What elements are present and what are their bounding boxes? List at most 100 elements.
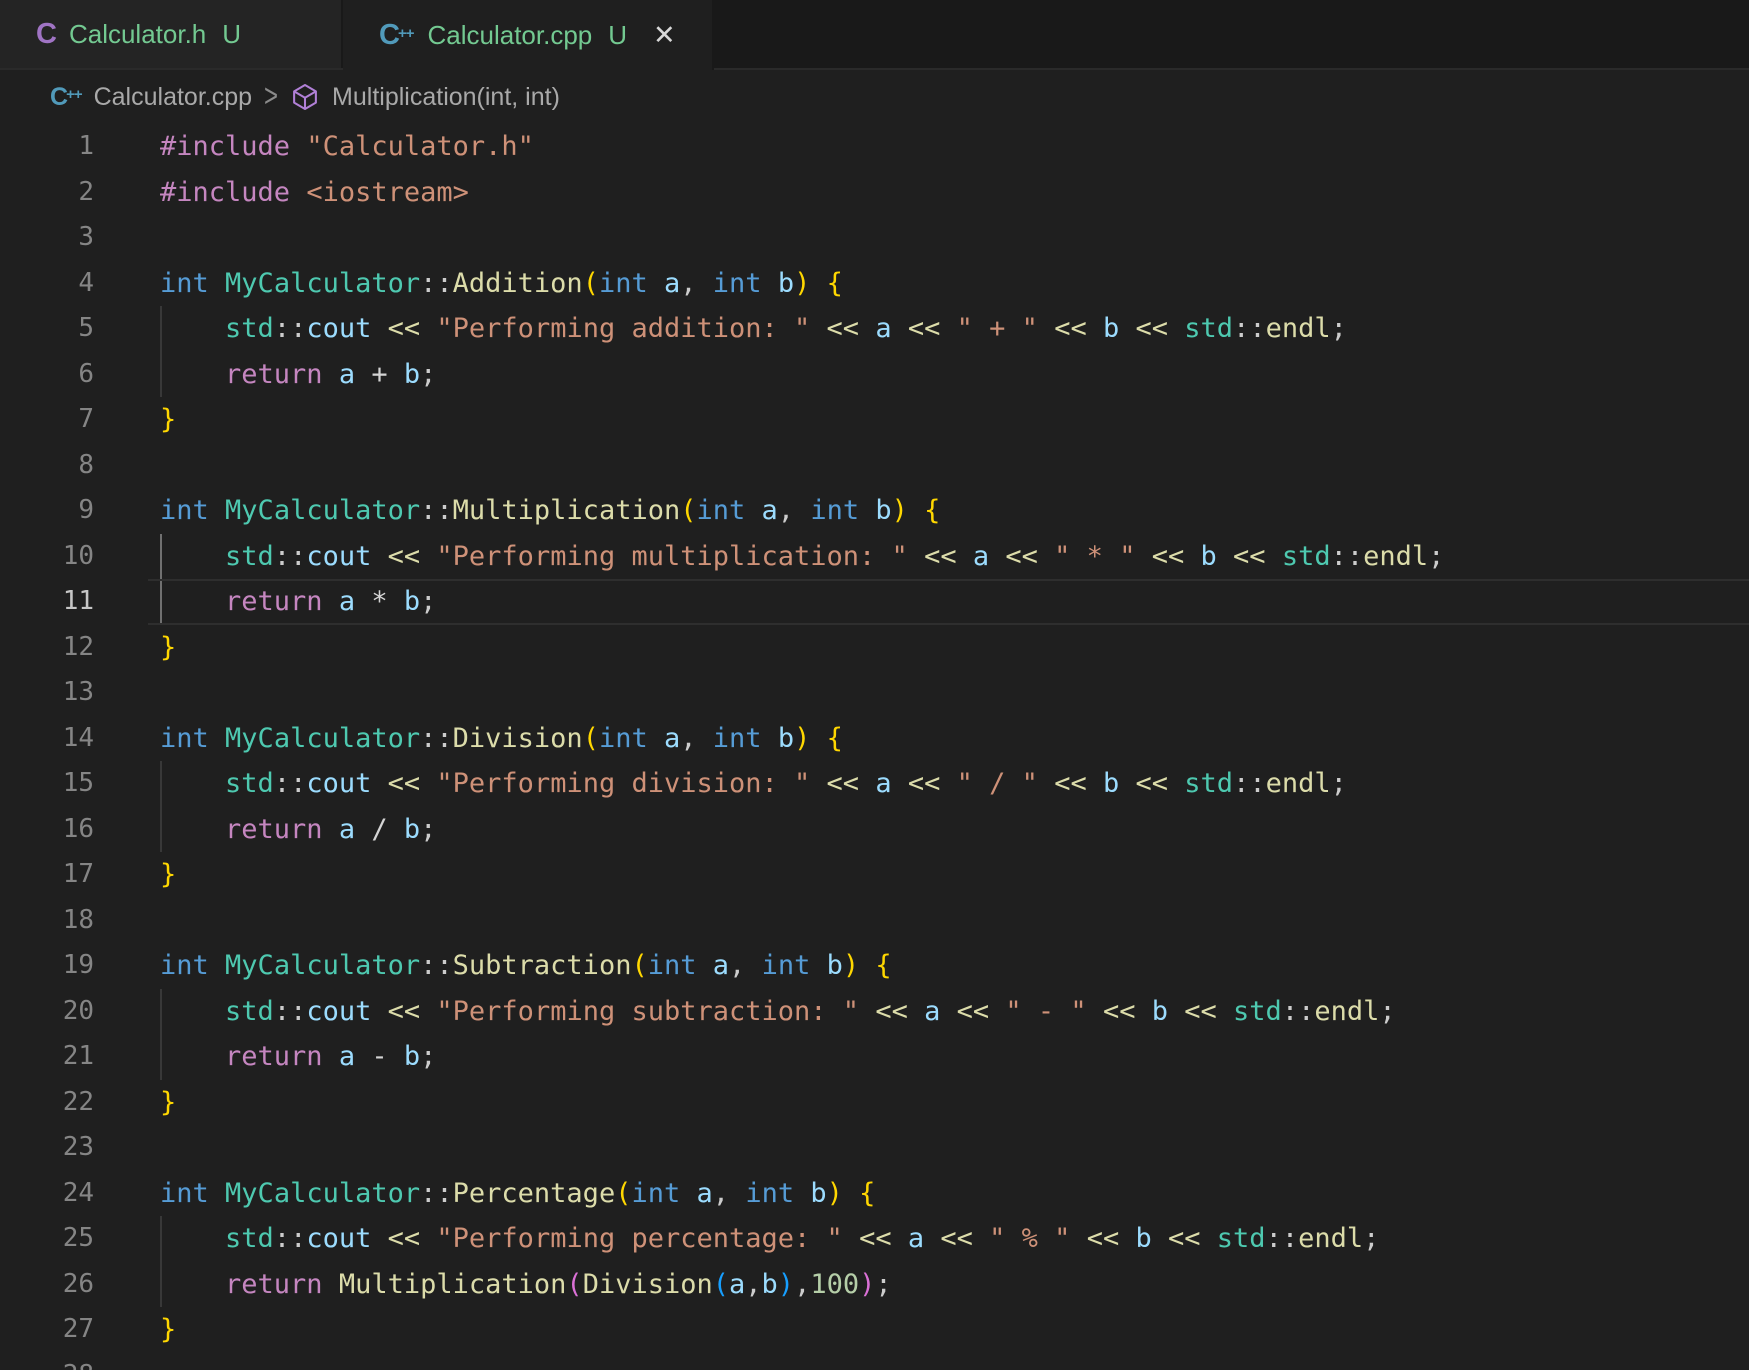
indent-guide [160,1262,162,1308]
line-number: 15 [0,761,160,807]
code-text: } [160,1307,1749,1353]
code-line[interactable]: 13 [0,670,1749,716]
code-text: int MyCalculator::Addition(int a, int b)… [160,261,1749,307]
c-file-icon: C [36,20,55,49]
close-icon[interactable]: ✕ [649,18,680,53]
line-number: 6 [0,352,160,398]
chevron-right-icon: > [264,78,278,116]
code-line[interactable]: 7} [0,397,1749,443]
line-number: 16 [0,807,160,853]
line-number: 25 [0,1216,160,1262]
code-line[interactable]: 14int MyCalculator::Division(int a, int … [0,716,1749,762]
line-number: 24 [0,1171,160,1217]
line-number: 22 [0,1080,160,1126]
tab-label: Calculator.h [69,19,206,50]
code-text: } [160,397,1749,443]
line-number: 26 [0,1262,160,1308]
code-line[interactable]: 9int MyCalculator::Multiplication(int a,… [0,488,1749,534]
line-number: 13 [0,670,160,716]
code-text: return Multiplication(Division(a,b),100)… [160,1262,1749,1308]
code-line[interactable]: 20 std::cout << "Performing subtraction:… [0,989,1749,1035]
code-line[interactable]: 18 [0,898,1749,944]
line-number: 11 [0,579,160,625]
code-line[interactable]: 19int MyCalculator::Subtraction(int a, i… [0,943,1749,989]
code-text: return a - b; [160,1034,1749,1080]
code-line[interactable]: 23 [0,1125,1749,1171]
indent-guide [160,807,162,853]
code-text: return a * b; [160,579,1749,625]
line-number: 20 [0,989,160,1035]
tab-label: Calculator.cpp [427,20,592,51]
code-text [160,670,1749,716]
code-line[interactable]: 8 [0,443,1749,489]
code-text [160,898,1749,944]
code-line[interactable]: 3 [0,215,1749,261]
line-number: 17 [0,852,160,898]
indent-guide [160,761,162,807]
code-text [160,215,1749,261]
line-number: 1 [0,124,160,170]
code-line[interactable]: 17} [0,852,1749,898]
symbol-method-icon [290,82,320,112]
code-line[interactable]: 15 std::cout << "Performing division: " … [0,761,1749,807]
breadcrumb-file[interactable]: Calculator.cpp [94,83,252,112]
code-text: std::cout << "Performing subtraction: " … [160,989,1749,1035]
line-number: 21 [0,1034,160,1080]
code-line[interactable]: 11 return a * b; [0,579,1749,625]
indent-guide [160,306,162,352]
code-text: int MyCalculator::Multiplication(int a, … [160,488,1749,534]
code-line[interactable]: 24int MyCalculator::Percentage(int a, in… [0,1171,1749,1217]
indent-guide [160,534,162,580]
code-editor[interactable]: 1#include "Calculator.h"2#include <iostr… [0,124,1749,1370]
line-number: 18 [0,898,160,944]
code-line[interactable]: 10 std::cout << "Performing multiplicati… [0,534,1749,580]
git-status-badge: U [608,20,627,51]
tab-calculator-h[interactable]: C Calculator.h U [0,0,343,68]
breadcrumb-symbol[interactable]: Multiplication(int, int) [332,83,560,112]
code-line[interactable]: 6 return a + b; [0,352,1749,398]
code-line[interactable]: 16 return a / b; [0,807,1749,853]
code-line[interactable]: 25 std::cout << "Performing percentage: … [0,1216,1749,1262]
line-number: 2 [0,170,160,216]
code-line[interactable]: 26 return Multiplication(Division(a,b),1… [0,1262,1749,1308]
cpp-file-icon: C++ [379,21,413,50]
indent-guide [160,1216,162,1262]
line-number: 7 [0,397,160,443]
code-line[interactable]: 28 [0,1353,1749,1370]
code-text [160,443,1749,489]
indent-guide [160,579,162,625]
code-text: #include <iostream> [160,170,1749,216]
indent-guide [160,1034,162,1080]
indent-guide [160,352,162,398]
code-text: int MyCalculator::Subtraction(int a, int… [160,943,1749,989]
code-text: std::cout << "Performing multiplication:… [160,534,1749,580]
code-line[interactable]: 12} [0,625,1749,671]
code-text: std::cout << "Performing percentage: " <… [160,1216,1749,1262]
line-number: 23 [0,1125,160,1171]
line-number: 10 [0,534,160,580]
code-text: return a + b; [160,352,1749,398]
line-number: 5 [0,306,160,352]
editor-tab-bar: C Calculator.h U C++ Calculator.cpp U ✕ [0,0,1749,70]
code-line[interactable]: 4int MyCalculator::Addition(int a, int b… [0,261,1749,307]
code-text: std::cout << "Performing division: " << … [160,761,1749,807]
line-number: 3 [0,215,160,261]
cpp-file-icon: C++ [50,85,82,110]
line-number: 4 [0,261,160,307]
code-text: } [160,852,1749,898]
code-text: } [160,1080,1749,1126]
code-text: #include "Calculator.h" [160,124,1749,170]
code-text: std::cout << "Performing addition: " << … [160,306,1749,352]
code-text: int MyCalculator::Percentage(int a, int … [160,1171,1749,1217]
code-line[interactable]: 22} [0,1080,1749,1126]
code-line[interactable]: 27} [0,1307,1749,1353]
line-number: 12 [0,625,160,671]
code-line[interactable]: 5 std::cout << "Performing addition: " <… [0,306,1749,352]
git-status-badge: U [222,19,241,50]
tab-calculator-cpp[interactable]: C++ Calculator.cpp U ✕ [343,0,714,70]
code-line[interactable]: 1#include "Calculator.h" [0,124,1749,170]
code-line[interactable]: 2#include <iostream> [0,170,1749,216]
line-number: 8 [0,443,160,489]
code-line[interactable]: 21 return a - b; [0,1034,1749,1080]
line-number: 14 [0,716,160,762]
